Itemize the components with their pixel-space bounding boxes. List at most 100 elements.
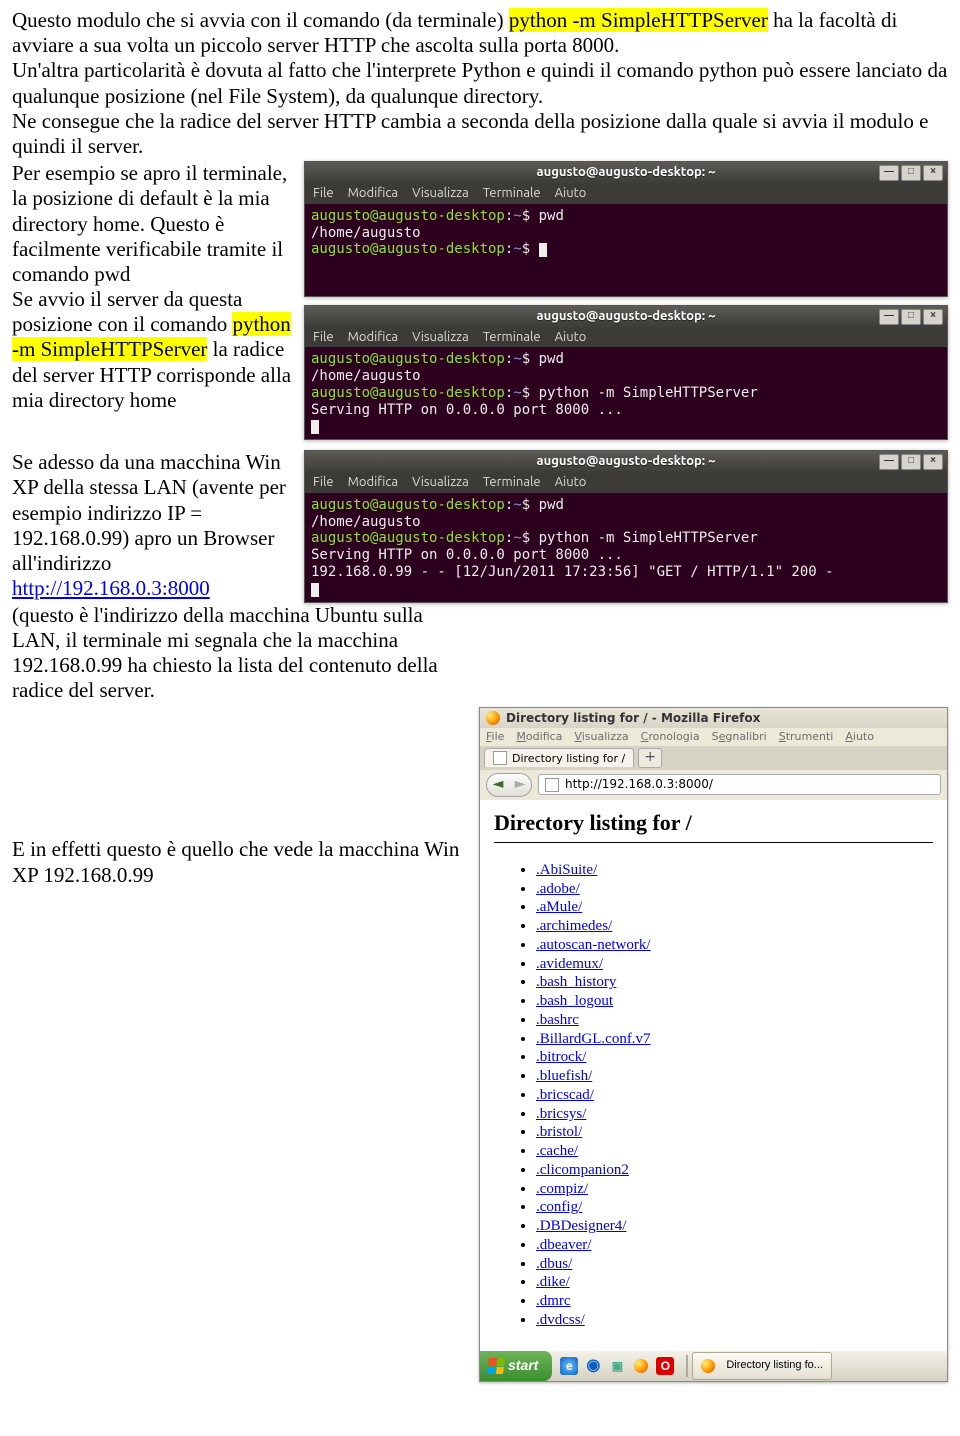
minimize-button[interactable]: — <box>879 165 899 181</box>
firefox-content: Directory listing for / .AbiSuite/.adobe… <box>480 800 947 1350</box>
dir-listing-link[interactable]: .archimedes/ <box>536 918 612 934</box>
menu-help[interactable]: Aiuto <box>555 475 587 489</box>
maximize-button[interactable]: □ <box>901 165 921 181</box>
url-bar[interactable]: http://192.168.0.3:8000/ <box>538 774 941 794</box>
menu-terminal[interactable]: Terminale <box>483 186 541 200</box>
terminal-window-1: augusto@augusto-desktop: ~ — □ × FileMod… <box>304 161 948 297</box>
dir-listing-link[interactable]: .clicompanion2 <box>536 1162 629 1178</box>
terminal-body-3[interactable]: augusto@augusto-desktop:~$ pwd /home/aug… <box>305 493 947 602</box>
menu-edit[interactable]: Modifica <box>348 475 398 489</box>
minimize-button[interactable]: — <box>879 309 899 325</box>
paragraph-6-left: Se adesso da una macchina Win XP della s… <box>12 450 292 601</box>
ff-menu-aiuto[interactable]: Aiuto <box>845 730 874 743</box>
dir-listing-link[interactable]: .dike/ <box>536 1274 570 1290</box>
ff-menu-modifica[interactable]: Modifica <box>516 730 562 743</box>
close-button[interactable]: × <box>923 309 943 325</box>
start-button[interactable]: start <box>480 1351 552 1381</box>
ff-menu-file[interactable]: File <box>486 730 504 743</box>
start-label: start <box>508 1357 538 1374</box>
opera-icon[interactable]: O <box>656 1357 674 1375</box>
page-icon <box>493 751 507 765</box>
dir-listing-item: .autoscan-network/ <box>536 936 933 955</box>
menu-view[interactable]: Visualizza <box>412 475 469 489</box>
terminal-body-2[interactable]: augusto@augusto-desktop:~$ pwd /home/aug… <box>305 347 947 439</box>
dir-listing-link[interactable]: .bricscad/ <box>536 1087 594 1103</box>
dir-listing-link[interactable]: .AbiSuite/ <box>536 862 597 878</box>
back-button[interactable]: ◄ <box>487 774 509 796</box>
dir-listing-item: .dvdcss/ <box>536 1311 933 1330</box>
dir-listing-link[interactable]: .autoscan-network/ <box>536 937 651 953</box>
dir-listing-link[interactable]: .DBDesigner4/ <box>536 1218 626 1234</box>
terminal-title: augusto@augusto-desktop: ~ <box>305 454 947 470</box>
dir-listing-link[interactable]: .bricsys/ <box>536 1106 586 1122</box>
terminal-menubar: File Modifica Visualizza Terminale Aiuto <box>305 184 947 204</box>
dir-listing-link[interactable]: .bashrc <box>536 1012 579 1028</box>
terminal-titlebar: augusto@augusto-desktop: ~ — □ × <box>305 451 947 473</box>
dir-listing-link[interactable]: .dvdcss/ <box>536 1312 585 1328</box>
prompt-dollar: $ <box>522 208 530 224</box>
dir-listing-item: .aMule/ <box>536 898 933 917</box>
dir-listing-link[interactable]: .dbus/ <box>536 1256 572 1272</box>
dir-listing-item: .compiz/ <box>536 1180 933 1199</box>
ff-menu-segnalibri[interactable]: Segnalibri <box>712 730 767 743</box>
dir-listing-item: .cache/ <box>536 1142 933 1161</box>
out-serving: Serving HTTP on 0.0.0.0 port 8000 ... <box>311 402 623 418</box>
terminal-window-3: augusto@augusto-desktop: ~ — □ × File Mod… <box>304 450 948 602</box>
firefox-tab[interactable]: Directory listing for / <box>484 748 634 767</box>
dir-listing-link[interactable]: .aMule/ <box>536 899 582 915</box>
dir-listing-item: .bash_logout <box>536 992 933 1011</box>
menu-edit[interactable]: Modifica <box>348 330 398 344</box>
chrome-icon[interactable]: ◉ <box>584 1357 602 1375</box>
menu-view[interactable]: Visualizza <box>412 186 469 200</box>
dir-listing-link[interactable]: .adobe/ <box>536 881 580 897</box>
dir-listing-link[interactable]: .cache/ <box>536 1143 578 1159</box>
menu-file[interactable]: File <box>313 330 334 344</box>
dir-listing: .AbiSuite/ .adobe/ .aMule/ .archimedes/ .aut… <box>494 861 933 1330</box>
menu-terminal[interactable]: Terminale <box>483 475 541 489</box>
dir-listing-item: .dbus/ <box>536 1255 933 1274</box>
maximize-button[interactable]: □ <box>901 309 921 325</box>
dir-listing-link[interactable]: .dbeaver/ <box>536 1237 591 1253</box>
windows-flag-icon <box>487 1358 505 1374</box>
dir-listing-link[interactable]: .bash_history <box>536 974 616 990</box>
ff-menu-cronologia[interactable]: Cronologia <box>641 730 700 743</box>
dir-listing-link[interactable]: .bash_logout <box>536 993 613 1009</box>
dir-listing-link[interactable]: .avidemux/ <box>536 956 603 972</box>
menu-file[interactable]: File <box>313 186 334 200</box>
terminal-body-1[interactable]: augusto@augusto-desktop:~$ pwd /home/aug… <box>305 204 947 296</box>
maximize-button[interactable]: □ <box>901 454 921 470</box>
url-text: http://192.168.0.3:8000/ <box>565 777 713 791</box>
ff-menu-strumenti[interactable]: Strumenti <box>779 730 834 743</box>
dir-listing-link[interactable]: .config/ <box>536 1199 582 1215</box>
cursor <box>311 583 319 597</box>
close-button[interactable]: × <box>923 165 943 181</box>
cursor <box>311 420 319 434</box>
menu-help[interactable]: Aiuto <box>555 330 587 344</box>
menu-file[interactable]: File <box>313 475 334 489</box>
firefox-titlebar: Directory listing for / - Mozilla Firefo… <box>480 708 947 728</box>
link-server-url[interactable]: http://192.168.0.3:8000 <box>12 576 210 600</box>
dir-listing-link[interactable]: .bristol/ <box>536 1124 582 1140</box>
dir-listing-link[interactable]: .dmrc <box>536 1293 571 1309</box>
menu-view[interactable]: Visualizza <box>412 330 469 344</box>
dir-listing-link[interactable]: .BillardGL.conf.v7 <box>536 1031 651 1047</box>
dir-listing-link[interactable]: .bitrock/ <box>536 1049 586 1065</box>
forward-button[interactable]: ► <box>509 774 531 796</box>
new-tab-button[interactable]: + <box>638 748 662 768</box>
ie-icon[interactable]: e <box>560 1357 578 1375</box>
nav-buttons: ◄ ► <box>486 773 532 797</box>
dir-listing-link[interactable]: .compiz/ <box>536 1181 588 1197</box>
firefox-tray-icon[interactable] <box>632 1357 650 1375</box>
minimize-button[interactable]: — <box>879 454 899 470</box>
close-button[interactable]: × <box>923 454 943 470</box>
ff-menu-visualizza[interactable]: Visualizza <box>574 730 628 743</box>
folder-icon[interactable]: ▣ <box>608 1357 626 1375</box>
dir-listing-link[interactable]: .bluefish/ <box>536 1068 592 1084</box>
menu-help[interactable]: Aiuto <box>555 186 587 200</box>
taskbar-item-firefox[interactable]: Directory listing fo... <box>692 1352 832 1380</box>
menu-terminal[interactable]: Terminale <box>483 330 541 344</box>
out-serving: Serving HTTP on 0.0.0.0 port 8000 ... <box>311 547 623 563</box>
menu-edit[interactable]: Modifica <box>348 186 398 200</box>
dir-listing-item: .bricsys/ <box>536 1105 933 1124</box>
p1-highlight: python -m SimpleHTTPServer <box>509 8 768 32</box>
